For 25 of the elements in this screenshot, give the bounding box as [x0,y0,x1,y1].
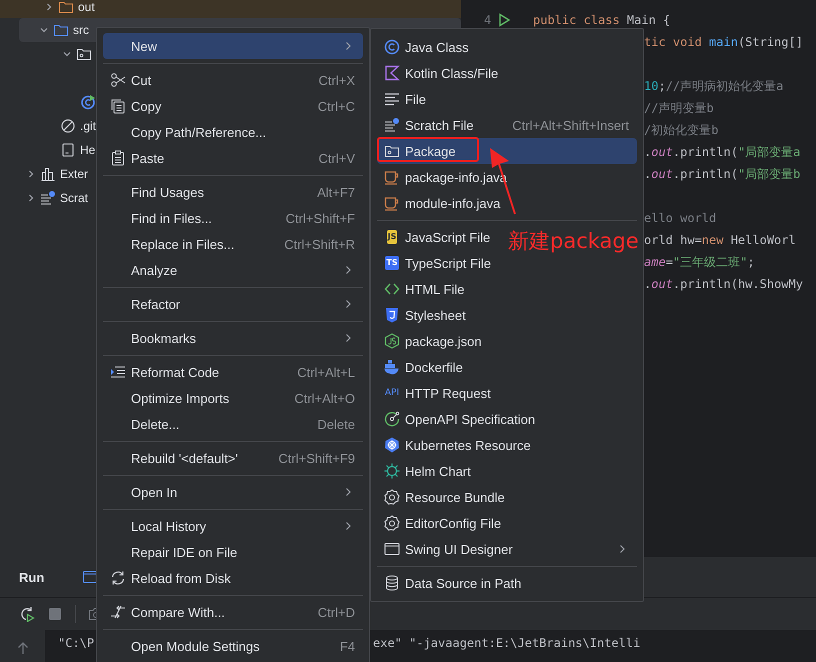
code-line: /初始化变量b [644,123,718,137]
file-type-icon: TS [385,256,399,270]
code-line: public class Main { [533,13,670,27]
code-line: 10;//声明病初始化变量a [644,79,784,93]
code-line: ame="三年级二班"; [644,255,755,269]
tree-item-label: Scrat [60,191,88,205]
code-line: .out.println("局部变量a [644,145,800,159]
code-line: tic void main(String[] [644,35,803,49]
console-text: exe" "-javaagent:E:\JetBrains\Intelli [373,635,640,650]
code-line: .out.println(hw.ShowMy [644,277,803,291]
file-type-icon: JS [386,230,398,244]
code-line: orld hw=new HelloWorl [644,233,796,247]
code-line: //声明变量b [644,101,714,115]
code-line: .out.println("局部变量b [644,167,800,181]
tree-item-label: src [73,23,89,37]
tree-item-label: Exter [60,167,88,181]
run-panel-title: Run [19,570,44,584]
tree-item-label: out [78,0,95,14]
tree-item-label: .git [80,119,96,133]
line-number: 4 [484,12,492,28]
code-line: ello world [644,211,716,225]
console-text: "C:\P [58,635,94,650]
tree-item-label: He [80,143,96,157]
annotation-text: 新建package [508,228,639,255]
file-type-icon: API [384,386,400,400]
